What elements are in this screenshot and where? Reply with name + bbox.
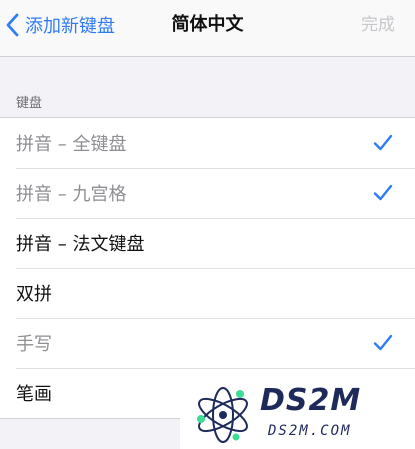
checkmark-icon <box>373 334 393 351</box>
navigation-bar: 添加新键盘 简体中文 完成 <box>0 0 415 57</box>
watermark-domain: DS2M.COM <box>268 423 352 439</box>
keyboard-row-shuangpin[interactable]: 双拼 <box>0 268 415 318</box>
atom-logo-icon <box>197 387 248 443</box>
keyboard-label: 拼音 – 法文键盘 <box>16 234 145 255</box>
keyboard-label: 拼音 – 九宫格 <box>16 184 127 205</box>
page-title: 简体中文 <box>171 14 244 35</box>
keyboard-label: 笔画 <box>16 384 52 405</box>
keyboard-list: 拼音 – 全键盘 拼音 – 九宫格 拼音 – 法文键盘 双拼 手写 笔画 <box>0 117 415 419</box>
watermark-brand: DS2M <box>260 383 362 418</box>
checkmark-icon <box>373 134 393 151</box>
keyboard-row-pinyin-full[interactable]: 拼音 – 全键盘 <box>0 118 415 168</box>
keyboard-label: 拼音 – 全键盘 <box>16 134 127 155</box>
keyboard-row-pinyin-french[interactable]: 拼音 – 法文键盘 <box>0 218 415 268</box>
keyboard-label: 双拼 <box>16 284 52 305</box>
watermark: DS2M DS2M.COM <box>180 381 415 449</box>
keyboard-row-pinyin-9key[interactable]: 拼音 – 九宫格 <box>0 168 415 218</box>
section-header-keyboards: 键盘 <box>16 96 43 111</box>
done-button[interactable]: 完成 <box>361 10 395 40</box>
keyboard-label: 手写 <box>16 334 52 355</box>
keyboard-row-handwriting[interactable]: 手写 <box>0 318 415 368</box>
checkmark-icon <box>373 184 393 201</box>
